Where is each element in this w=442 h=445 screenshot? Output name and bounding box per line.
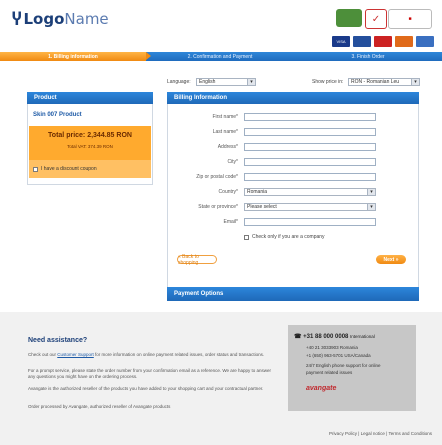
step-confirmation: 2. Confirmation and Payment [187,53,253,60]
first-name-label: First name* [212,114,238,120]
back-to-shopping-button[interactable]: « Back to shopping [177,254,217,266]
footer-links[interactable]: Privacy Policy | Legal notice | Terms an… [329,431,432,436]
address-label: Address* [217,144,238,150]
product-heading: Product [27,92,153,104]
phone-number: +31 88 000 0008 [303,334,349,340]
city-field[interactable] [244,158,376,166]
country-value: Romania [247,189,268,195]
contact-phone: ☎ +31 88 000 0008 International [294,333,375,340]
country-select[interactable]: Romania ▾ [244,188,376,196]
chevron-down-icon: ▾ [411,79,419,85]
checkout-steps: 1. Billing information 2. Confirmation a… [0,52,442,61]
state-value: Please select [247,204,277,210]
assistance-title: Need assistance? [28,337,88,344]
chevron-down-icon: ▾ [247,79,255,85]
avangate-logo: avangate [306,385,337,392]
assist-paragraph-1: Check out our Customer Support for more … [28,352,273,358]
country-label: Country* [218,189,238,195]
contact-line: +1 (650) 963-5701 USA/Canada [306,353,371,358]
coupon-row[interactable]: I have a discount coupon [29,160,151,178]
mcafee-icon: ■ [408,16,412,22]
visa-electron-card-icon [353,36,371,47]
billing-heading: Billing Information [167,92,419,104]
last-name-field[interactable] [244,128,376,136]
contact-line: +40 21 3033903 Romania [306,345,358,350]
currency-label: Show price in: [312,79,344,85]
first-name-field[interactable] [244,113,376,121]
contact-box: ☎ +31 88 000 0008 International +40 21 3… [288,325,416,411]
check-icon: ✓ [371,13,381,25]
total-box: Total price: 2,344.85 RON Total VAT: 374… [29,126,151,160]
coupon-checkbox[interactable] [33,166,38,172]
phone-icon: ☎ [294,334,302,340]
address-field[interactable] [244,143,376,151]
total-price: Total price: 2,344.85 RON [48,132,132,139]
payment-options-heading[interactable]: Payment Options [167,287,419,301]
logo-icon: Ⴤ [12,9,22,29]
state-select[interactable]: Please select ▾ [244,203,376,211]
other-card-icon [416,36,434,47]
zip-field[interactable] [244,173,376,181]
visa-card-icon: VISA [332,36,350,47]
language-select[interactable]: English ▾ [196,78,256,86]
maestro-card-icon [395,36,413,47]
company-row[interactable]: Check only if you are a company [244,234,325,240]
contact-line: 24/7 English phone support for online [306,363,381,368]
assist-text: Check out our [28,352,58,357]
assist-paragraph-2: For a prompt service, please state the o… [28,368,272,379]
currency-value: RON - Romanian Leu [351,79,400,85]
language-value: English [199,79,216,85]
customer-support-link[interactable]: Customer Support [57,352,94,357]
company-checkbox[interactable] [244,234,249,240]
currency-select[interactable]: RON - Romanian Leu ▾ [348,78,420,86]
coupon-label: I have a discount coupon [41,166,97,172]
product-name[interactable]: Skin 007 Product [33,112,82,118]
vat-note: Total VAT: 374.39 RON [67,144,113,149]
phone-suffix: International [350,334,375,339]
step-billing: 1. Billing information [0,52,151,61]
chevron-down-icon: ▾ [367,204,375,210]
next-button[interactable]: Next » [376,255,406,264]
mastercard-icon [374,36,392,47]
last-name-label: Last name* [212,129,238,135]
step-finish: 3. Finish Order [351,53,385,60]
trust-badge-secure [336,9,362,27]
email-label: Email* [223,219,238,225]
trust-badge-mcafee: ■ [388,9,432,29]
trust-badge-check: ✓ [365,9,387,29]
city-label: City* [227,159,238,165]
logo-text-light: Name [64,10,109,28]
state-label: State or province* [198,204,238,210]
logo[interactable]: Ⴤ Logo Name [12,9,109,29]
contact-line: payment related issues [306,370,353,375]
assist-paragraph-4: Order processed by Avangate, authorized … [28,404,171,409]
email-field[interactable] [244,218,376,226]
payment-cards: VISA [332,36,434,47]
zip-label: Zip or postal code* [196,174,238,180]
assist-paragraph-3: Avangate is the authorized reseller of t… [28,386,264,391]
language-label: Language: [167,79,191,85]
company-label: Check only if you are a company [252,234,325,240]
assist-text: for more information on online payment r… [93,352,265,357]
chevron-down-icon: ▾ [367,189,375,195]
logo-text-bold: Logo [23,10,65,28]
